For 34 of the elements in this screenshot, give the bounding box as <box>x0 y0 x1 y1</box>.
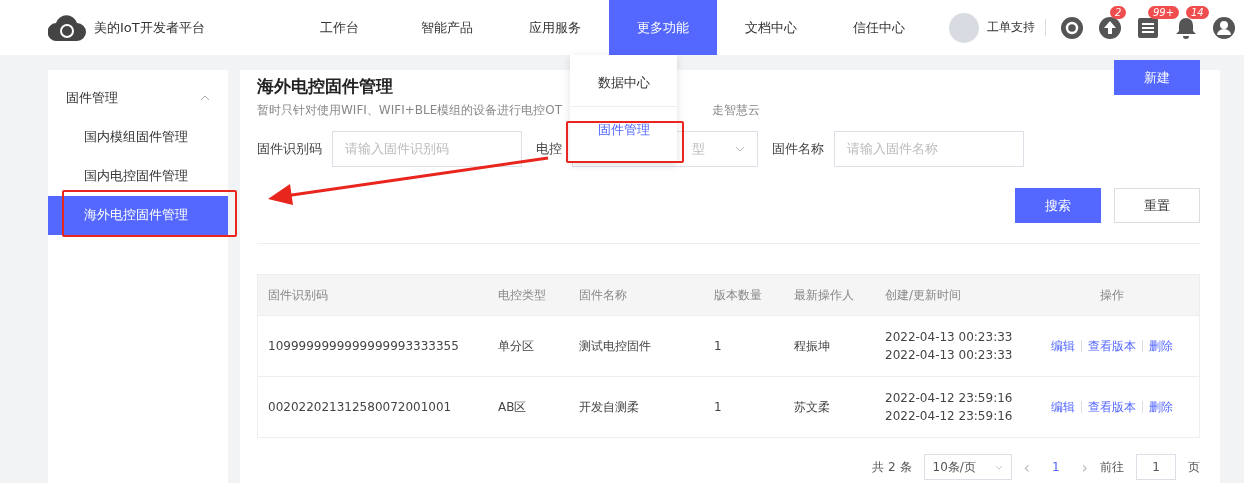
timestamp: 2022-04-13 00:23:33 <box>885 330 1014 344</box>
page-title: 海外电控固件管理 <box>257 75 393 98</box>
table-cell-text: 开发自测柔 <box>579 398 640 416</box>
table-cell-text: AB区 <box>498 398 528 416</box>
table-cell-text: 单分区 <box>498 337 535 355</box>
column-header: 操作 <box>1025 275 1199 315</box>
total-count: 共 2 条 <box>872 458 912 476</box>
filter-label: 电控 <box>536 140 562 158</box>
table-cell-text: 1 <box>714 400 723 414</box>
count-badge: 14 <box>1186 5 1209 19</box>
timestamp: 2022-04-12 23:59:16 <box>885 409 1014 423</box>
page-suffix: 页 <box>1188 458 1200 476</box>
filter-label: 固件名称 <box>772 140 824 158</box>
description: 暂时只针对使用WIFI、WIFI+BLE模组的设备进行电控OT <box>257 102 563 119</box>
filter-label: 固件识别码 <box>257 140 322 158</box>
table-cell-text: 1 <box>714 339 723 353</box>
column-header: 最新操作人 <box>784 275 875 315</box>
goto-label: 前往 <box>1100 458 1124 476</box>
column-header: 固件名称 <box>569 275 704 315</box>
timestamp: 2022-04-13 00:23:33 <box>885 348 1014 362</box>
count-badge: 99+ <box>1148 5 1180 19</box>
count-badge: 2 <box>1110 5 1127 19</box>
timestamp: 2022-04-12 23:59:16 <box>885 391 1014 405</box>
table-cell-text: 测试电控固件 <box>579 337 652 355</box>
column-header: 电控类型 <box>488 275 569 315</box>
table-cell-text: 程振坤 <box>794 337 831 355</box>
column-header: 版本数量 <box>704 275 784 315</box>
brand-name: 美的IoT开发者平台 <box>94 18 205 37</box>
table-cell-text: 002022021312580072001001 <box>268 400 453 414</box>
table-cell-text: 1099999999999999993333355 <box>268 339 460 353</box>
description: 走智慧云 <box>712 102 761 119</box>
table-cell-text: 苏文柔 <box>794 398 831 416</box>
column-header: 创建/更新时间 <box>875 275 1025 315</box>
column-header: 固件识别码 <box>258 275 488 315</box>
